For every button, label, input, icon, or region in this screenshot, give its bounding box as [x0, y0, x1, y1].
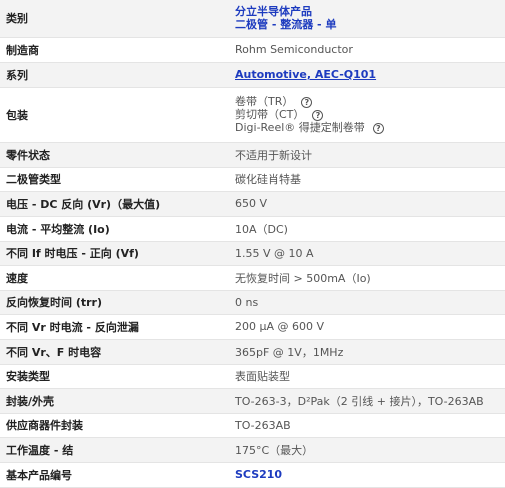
table-row: 类别 分立半导体产品 二极管 - 整流器 - 单 — [0, 0, 505, 38]
question-circle-icon[interactable]: ? — [372, 123, 384, 134]
row-label: 封装/外壳 — [0, 388, 229, 414]
row-label: 供应商器件封装 — [0, 413, 229, 438]
product-attributes-table: 类别 分立半导体产品 二极管 - 整流器 - 单 制造商 Rohm Semico… — [0, 0, 505, 488]
packaging-label: 卷带（TR） — [235, 95, 294, 108]
row-label: 电压 - DC 反向 (Vr)（最大值) — [0, 191, 229, 217]
row-label: 工作温度 - 结 — [0, 437, 229, 463]
row-label: 不同 Vr 时电流 - 反向泄漏 — [0, 314, 229, 340]
row-label: 速度 — [0, 265, 229, 291]
question-circle-icon[interactable]: ? — [301, 97, 313, 108]
row-value: TO-263AB — [229, 413, 505, 438]
table-row: 反向恢复时间 (trr) 0 ns — [0, 290, 505, 315]
row-label: 不同 If 时电压 - 正向 (Vf) — [0, 241, 229, 266]
packaging-label: 剪切带（CT） — [235, 108, 305, 121]
row-label: 不同 Vr、F 时电容 — [0, 339, 229, 365]
row-label: 包装 — [0, 87, 229, 143]
packaging-option: 剪切带（CT）? — [235, 108, 499, 121]
table-row: 二极管类型 碳化硅肖特基 — [0, 167, 505, 192]
packaging-option: Digi-Reel® 得捷定制卷带? — [235, 121, 499, 134]
packaging-option: 卷带（TR）? — [235, 95, 499, 108]
category-link[interactable]: 分立半导体产品 — [235, 5, 499, 18]
packaging-label: Digi-Reel® 得捷定制卷带 — [235, 121, 365, 134]
row-label: 二极管类型 — [0, 167, 229, 192]
row-value: 不适用于新设计 — [229, 142, 505, 168]
row-label: 电流 - 平均整流 (Io) — [0, 216, 229, 242]
table-row: 安装类型 表面贴装型 — [0, 364, 505, 389]
base-product-number-link[interactable]: SCS210 — [235, 468, 282, 481]
table-row: 供应商器件封装 TO-263AB — [0, 413, 505, 438]
row-label: 类别 — [0, 0, 229, 38]
row-label: 安装类型 — [0, 364, 229, 389]
row-value: 表面贴装型 — [229, 364, 505, 389]
row-value: 175°C（最大） — [229, 437, 505, 463]
row-value: TO-263-3，D²Pak（2 引线 + 接片），TO-263AB — [229, 388, 505, 414]
table-row: 工作温度 - 结 175°C（最大） — [0, 437, 505, 463]
row-label: 基本产品编号 — [0, 462, 229, 488]
table-row: 基本产品编号 SCS210 — [0, 462, 505, 488]
table-row: 不同 Vr、F 时电容 365pF @ 1V，1MHz — [0, 339, 505, 365]
table-row: 电压 - DC 反向 (Vr)（最大值) 650 V — [0, 191, 505, 217]
row-label: 制造商 — [0, 37, 229, 63]
table-row: 不同 If 时电压 - 正向 (Vf) 1.55 V @ 10 A — [0, 241, 505, 266]
table-row: 电流 - 平均整流 (Io) 10A（DC) — [0, 216, 505, 242]
table-row: 不同 Vr 时电流 - 反向泄漏 200 µA @ 600 V — [0, 314, 505, 340]
row-value: 365pF @ 1V，1MHz — [229, 339, 505, 365]
table-row: 零件状态 不适用于新设计 — [0, 142, 505, 168]
series-link[interactable]: Automotive, AEC-Q101 — [235, 68, 376, 81]
table-row: 封装/外壳 TO-263-3，D²Pak（2 引线 + 接片），TO-263AB — [0, 388, 505, 414]
row-value: 碳化硅肖特基 — [229, 167, 505, 192]
row-value: 650 V — [229, 191, 505, 217]
question-circle-icon[interactable]: ? — [312, 110, 324, 121]
table-row: 包装 卷带（TR）? 剪切带（CT）? Digi-Reel® 得捷定制卷带? — [0, 87, 505, 143]
row-label: 系列 — [0, 62, 229, 88]
row-label: 反向恢复时间 (trr) — [0, 290, 229, 315]
row-value: 无恢复时间 > 500mA（Io) — [229, 265, 505, 291]
row-value: Rohm Semiconductor — [229, 37, 505, 63]
table-row: 速度 无恢复时间 > 500mA（Io) — [0, 265, 505, 291]
row-value: 10A（DC) — [229, 216, 505, 242]
table-row: 系列 Automotive, AEC-Q101 — [0, 62, 505, 88]
row-label: 零件状态 — [0, 142, 229, 168]
table-row: 制造商 Rohm Semiconductor — [0, 37, 505, 63]
subcategory-link[interactable]: 二极管 - 整流器 - 单 — [235, 18, 499, 31]
row-value: 0 ns — [229, 290, 505, 315]
row-value: 200 µA @ 600 V — [229, 314, 505, 340]
row-value: 1.55 V @ 10 A — [229, 241, 505, 266]
